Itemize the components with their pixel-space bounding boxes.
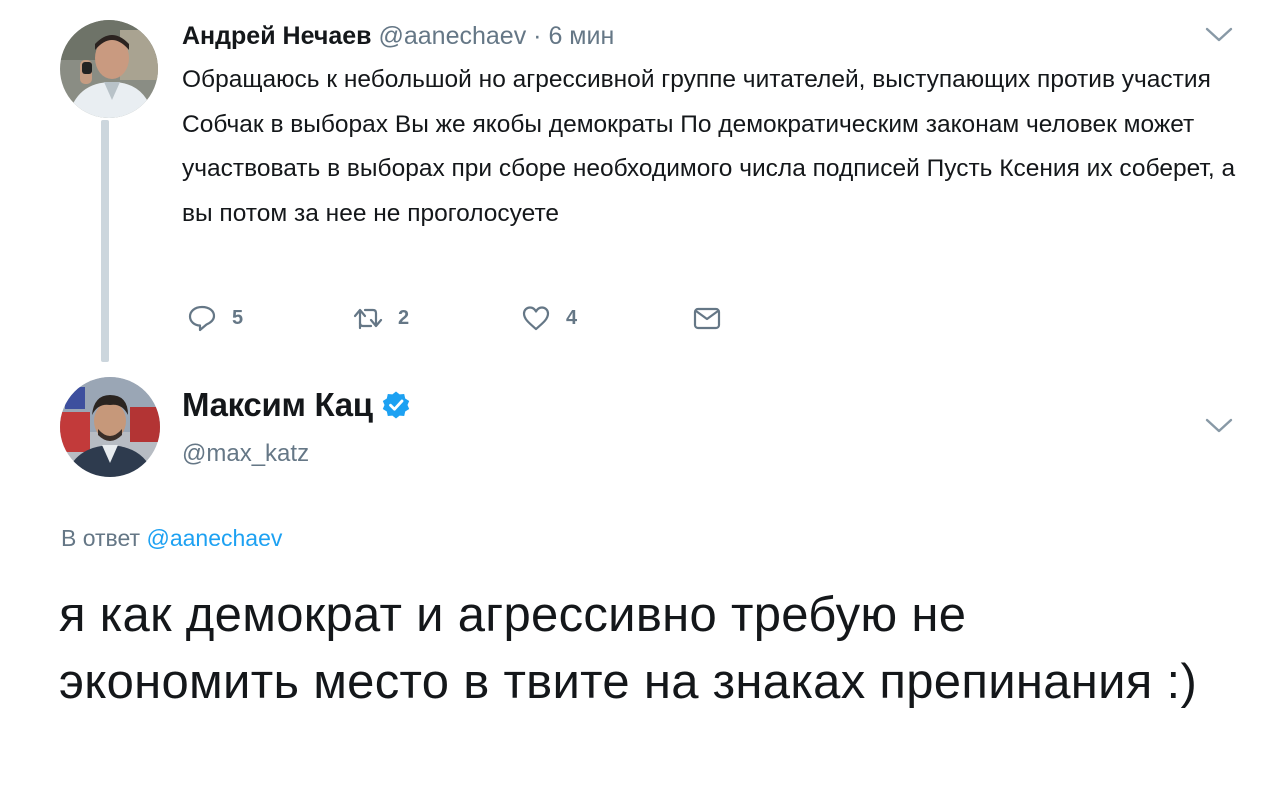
reply-to-handle-link[interactable]: @aanechaev: [146, 525, 282, 551]
main-author-name-row: Максим Кац: [182, 386, 411, 424]
parent-tweet-header: Андрей Нечаев @aanechaev · 6 мин: [182, 22, 614, 51]
retweet-icon: [353, 308, 383, 330]
reply-button[interactable]: 5: [186, 298, 243, 338]
direct-message-button[interactable]: [691, 298, 723, 338]
like-button[interactable]: 4: [520, 298, 577, 338]
parent-author-avatar[interactable]: [60, 20, 158, 118]
parent-author-name[interactable]: Андрей Нечаев: [182, 22, 372, 50]
thread-connector-line: [101, 120, 109, 362]
parent-tweet-text: Обращаюсь к небольшой но агрессивной гру…: [182, 66, 1236, 227]
reply-to-line: В ответ @aanechaev: [61, 525, 282, 552]
retweet-button[interactable]: 2: [352, 298, 409, 338]
reply-to-prefix: В ответ: [61, 525, 141, 551]
verified-badge-icon: [382, 391, 409, 419]
parent-tweet-timestamp[interactable]: 6 мин: [548, 22, 614, 50]
chevron-down-icon[interactable]: [1204, 26, 1234, 44]
reply-icon: [188, 305, 216, 332]
main-author-name[interactable]: Максим Кац: [182, 386, 373, 424]
reply-count: 5: [232, 306, 244, 329]
chevron-down-icon[interactable]: [1204, 417, 1234, 435]
parent-author-handle[interactable]: @aanechaev: [379, 22, 527, 50]
header-separator: ·: [533, 22, 542, 50]
like-icon: [522, 306, 550, 331]
like-count: 4: [566, 306, 578, 329]
retweet-count: 2: [398, 306, 410, 329]
envelope-icon: [693, 307, 721, 330]
main-tweet-text: я как демократ и агрессивно требую не эк…: [59, 588, 1198, 709]
main-author-handle[interactable]: @max_katz: [182, 440, 309, 468]
main-author-avatar[interactable]: [60, 377, 160, 477]
